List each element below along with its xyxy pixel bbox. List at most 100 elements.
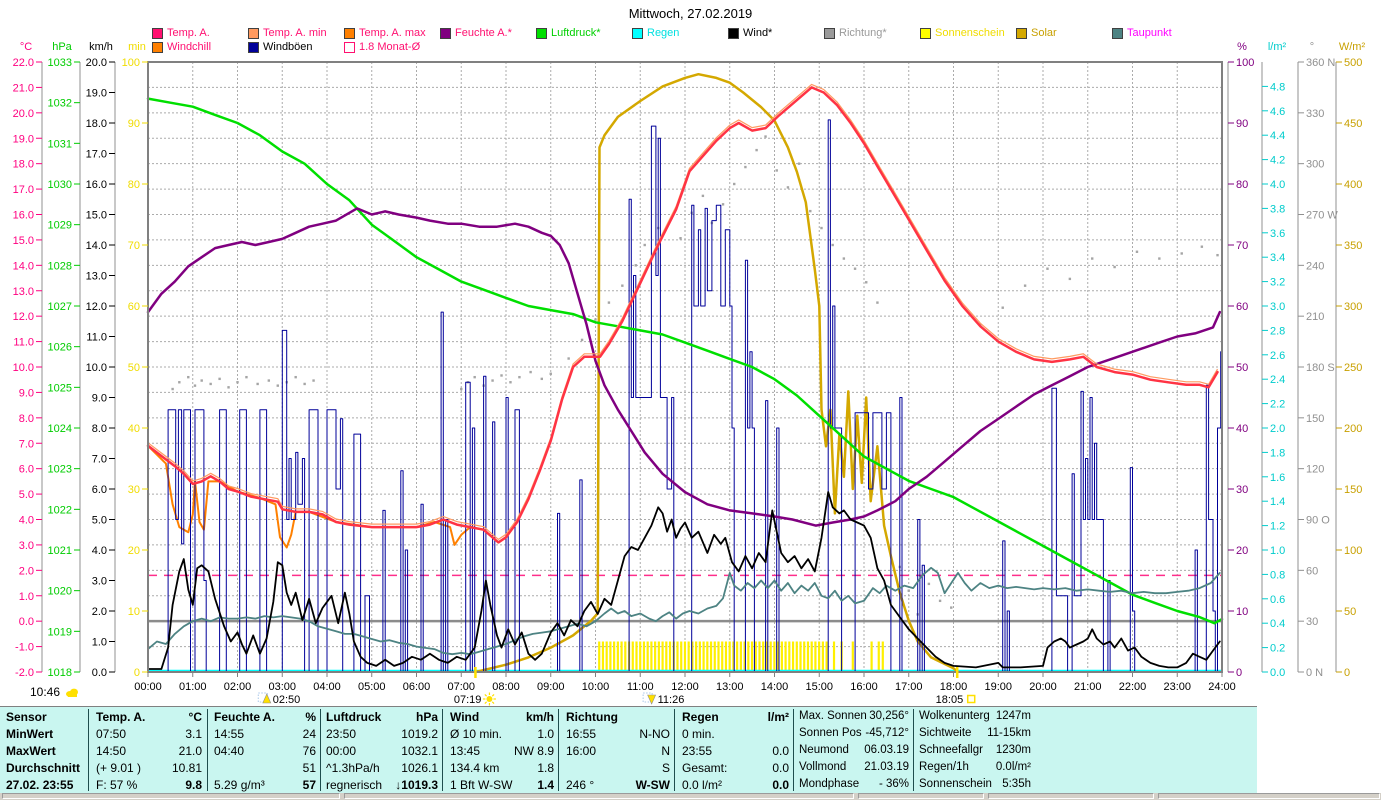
series-richtung [171, 135, 1219, 616]
svg-text:4.0: 4.0 [1270, 179, 1285, 191]
svg-text:19:00: 19:00 [984, 681, 1012, 693]
table-cell-value: 51 [302, 761, 316, 775]
table-cell-value: 1032.1 [401, 744, 438, 758]
forecast-info-row: Sichtweite 11-15km [919, 727, 1031, 739]
svg-text:°C: °C [20, 41, 32, 53]
marker-sunset-square [966, 694, 976, 704]
svg-text:14:00: 14:00 [761, 681, 789, 693]
info-label: Sonnenschein [919, 778, 992, 790]
svg-text:21.0: 21.0 [13, 82, 34, 94]
table-cell-value: 0.0 [772, 744, 789, 758]
svg-text:09:00: 09:00 [537, 681, 565, 693]
info-label: Sonnen Pos [799, 727, 862, 739]
svg-text:100: 100 [1236, 57, 1254, 69]
svg-text:300: 300 [1344, 301, 1362, 313]
table-col-unit: km/h [525, 710, 554, 724]
svg-text:20: 20 [128, 545, 140, 557]
svg-text:10:00: 10:00 [582, 681, 610, 693]
table-row-label: 27.02. 23:55 [6, 778, 74, 792]
svg-text:2.0: 2.0 [19, 565, 34, 577]
svg-text:17:00: 17:00 [895, 681, 923, 693]
svg-text:1026: 1026 [48, 342, 72, 354]
table-col-unit: °C [188, 710, 202, 724]
table-separator [442, 709, 443, 791]
svg-text:03:00: 03:00 [268, 681, 296, 693]
svg-text:4.0: 4.0 [19, 515, 34, 527]
info-value: 0.0l/m² [995, 761, 1031, 773]
svg-text:150: 150 [1344, 484, 1362, 496]
svg-text:200: 200 [1344, 423, 1362, 435]
marker-moonrise-arrow-up [257, 692, 272, 704]
info-label: Wolkenunterg [919, 710, 990, 722]
svg-text:10: 10 [1236, 606, 1248, 618]
svg-text:150: 150 [1306, 413, 1324, 425]
table-cell-value: ↓1019.3 [395, 778, 438, 792]
svg-text:1023: 1023 [48, 464, 72, 476]
svg-text:1.2: 1.2 [1270, 521, 1285, 533]
svg-text:50: 50 [128, 362, 140, 374]
info-label: Sichtweite [919, 727, 972, 739]
svg-text:0: 0 [134, 667, 140, 679]
table-cell-value: N-NO [639, 727, 670, 741]
info-label: Schneefallgr [919, 744, 983, 756]
window-statusbar [0, 793, 1381, 800]
table-cell-value: 0.0 [772, 778, 789, 792]
series-temp_a [146, 83, 1219, 544]
table-cell-label: 07:50 [96, 727, 127, 741]
svg-text:11:00: 11:00 [627, 681, 654, 693]
svg-text:4.8: 4.8 [1270, 81, 1285, 93]
table-row-label: MaxWert [6, 744, 56, 758]
svg-text:0: 0 [1344, 667, 1350, 679]
svg-text:10.0: 10.0 [86, 362, 107, 374]
astro-info-row: Mondphase - 36% [799, 778, 909, 790]
table-cell-value: 3.1 [185, 727, 202, 741]
svg-text:300: 300 [1306, 159, 1324, 171]
svg-text:1027: 1027 [48, 301, 72, 313]
svg-text:13.0: 13.0 [13, 286, 34, 298]
svg-text:W/m²: W/m² [1339, 41, 1366, 53]
svg-text:22:00: 22:00 [1119, 681, 1147, 693]
svg-text:10: 10 [128, 606, 140, 618]
table-cell-label: Gesamt: [682, 761, 728, 775]
svg-text:13:00: 13:00 [716, 681, 744, 693]
svg-text:1.0: 1.0 [92, 637, 107, 649]
series-sonnenschein [598, 641, 884, 671]
svg-text:22.0: 22.0 [13, 57, 34, 69]
svg-text:-1.0: -1.0 [15, 642, 34, 654]
svg-text:60: 60 [128, 301, 140, 313]
table-cell-value: 21.0 [178, 744, 202, 758]
table-cell-label: 14:55 [214, 727, 245, 741]
info-label: Neumond [799, 744, 849, 756]
svg-text:3.4: 3.4 [1270, 252, 1285, 264]
cloud-icon [66, 688, 79, 697]
svg-text:05:00: 05:00 [358, 681, 386, 693]
astro-info-row: Sonnen Pos -45,712° [799, 727, 909, 739]
svg-text:90: 90 [128, 118, 140, 130]
table-cell-label: 16:00 [566, 744, 597, 758]
table-cell-label: (+ 9.01 ) [96, 761, 142, 775]
svg-text:70: 70 [128, 240, 140, 252]
svg-text:1.0: 1.0 [1270, 545, 1285, 557]
table-cell-label: 23:50 [326, 727, 357, 741]
svg-text:20: 20 [1236, 545, 1248, 557]
info-value: 1230m [995, 744, 1031, 756]
forecast-info-row: Wolkenunterg 1247m [919, 710, 1031, 722]
svg-text:-2.0: -2.0 [15, 667, 34, 679]
svg-text:2.0: 2.0 [1270, 423, 1285, 435]
info-value: 11-15km [987, 727, 1031, 739]
svg-text:06:00: 06:00 [403, 681, 431, 693]
svg-text:1032: 1032 [48, 98, 72, 110]
svg-text:14.0: 14.0 [86, 240, 107, 252]
statusbar-segment [2, 793, 340, 799]
table-cell-label: 13:45 [450, 744, 481, 758]
svg-text:270 W: 270 W [1306, 210, 1338, 222]
table-row-label: Durchschnitt [6, 761, 81, 775]
astro-info-row: Max. Sonnen 30,256° [799, 710, 909, 722]
statusbar-segment [858, 793, 984, 799]
info-value: -45,712° [865, 727, 909, 739]
svg-text:12:00: 12:00 [671, 681, 699, 693]
svg-text:100: 100 [122, 57, 140, 69]
svg-text:12.0: 12.0 [13, 311, 34, 323]
svg-text:7.0: 7.0 [19, 438, 34, 450]
table-col-header: Regen [682, 710, 719, 724]
